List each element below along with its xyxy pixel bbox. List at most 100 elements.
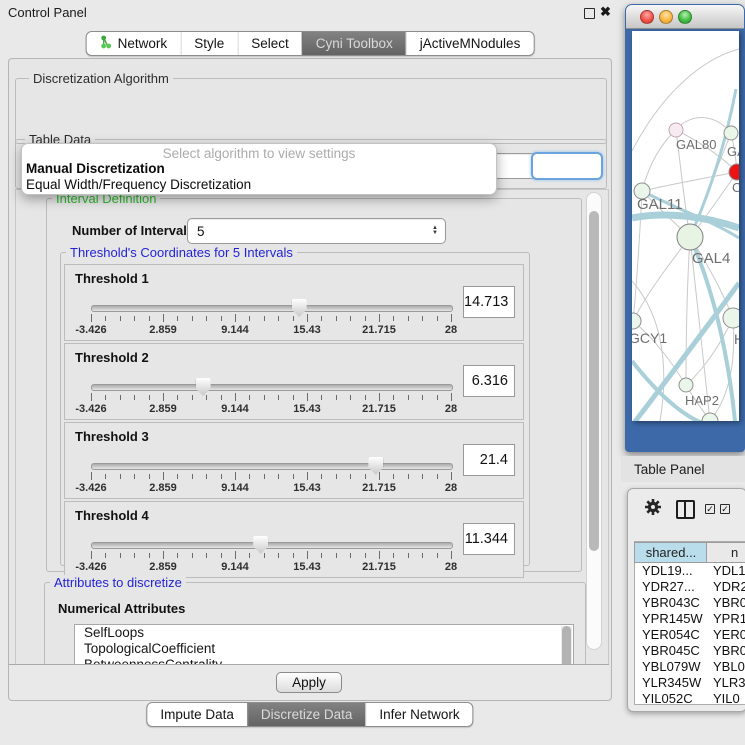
cell-name[interactable]: YBR0 bbox=[713, 643, 745, 658]
gear-icon[interactable] bbox=[644, 498, 662, 521]
algorithm-combobox[interactable] bbox=[531, 152, 603, 180]
float-window-icon[interactable] bbox=[584, 8, 595, 19]
attributes-scrollbar-thumb[interactable] bbox=[562, 626, 571, 665]
network-edge bbox=[642, 130, 676, 191]
slider-track[interactable] bbox=[91, 463, 453, 470]
column-header-name[interactable]: n bbox=[706, 542, 745, 563]
threshold-value-field[interactable] bbox=[463, 365, 515, 397]
cell-shared-name[interactable]: YDL19... bbox=[642, 563, 693, 578]
threshold-value-field[interactable] bbox=[463, 286, 515, 318]
settings-scrollbar-thumb[interactable] bbox=[589, 211, 599, 551]
table-row[interactable]: YLR345W YLR3 bbox=[635, 675, 745, 691]
cell-name[interactable]: YDR2 bbox=[713, 579, 745, 594]
numerical-attributes-list: SelfLoopsTopologicalCoefficientBetweenne… bbox=[74, 624, 574, 665]
apply-button[interactable]: Apply bbox=[276, 672, 342, 693]
close-icon[interactable]: ✖ bbox=[600, 4, 611, 20]
numerical-attributes-label: Numerical Attributes bbox=[58, 601, 185, 616]
network-node-label: GA bbox=[727, 144, 739, 159]
cell-shared-name[interactable]: YLR345W bbox=[642, 675, 701, 690]
popup-option-manual-discretization[interactable]: Manual Discretization bbox=[26, 161, 165, 176]
cell-name[interactable]: YDL1 bbox=[713, 563, 745, 578]
threshold-panel-3: Threshold 3-3.4262.8599.14415.4321.71528 bbox=[64, 422, 524, 499]
network-edge bbox=[676, 118, 731, 133]
popup-option-equal-width-frequency[interactable]: Equal Width/Frequency Discretization bbox=[26, 177, 251, 192]
zoom-button[interactable] bbox=[678, 10, 692, 24]
cell-name[interactable]: YLR3 bbox=[713, 675, 745, 690]
cell-name[interactable]: YBL0 bbox=[713, 659, 745, 674]
tab-impute-data[interactable]: Impute Data bbox=[147, 703, 247, 726]
tab-discretize-data[interactable]: Discretize Data bbox=[247, 703, 366, 726]
slider-ticks bbox=[91, 551, 451, 560]
network-window-titlebar[interactable] bbox=[626, 5, 744, 29]
cell-shared-name[interactable]: YBR043C bbox=[642, 595, 700, 610]
attributes-scrollbar[interactable] bbox=[561, 626, 572, 665]
network-node[interactable] bbox=[669, 123, 683, 137]
cell-shared-name[interactable]: YPR145W bbox=[642, 611, 703, 626]
cell-shared-name[interactable]: YBR045C bbox=[642, 643, 700, 658]
minimize-button[interactable] bbox=[659, 10, 673, 24]
table-row[interactable]: YBL079W YBL0 bbox=[635, 659, 745, 675]
discretization-algorithm-group bbox=[15, 78, 607, 144]
combo-stepper-icon: ▲▼ bbox=[432, 226, 438, 236]
network-node[interactable] bbox=[677, 224, 703, 250]
slider-track[interactable] bbox=[91, 384, 453, 391]
attribute-list-item[interactable]: SelfLoops bbox=[75, 625, 573, 641]
cell-name[interactable]: YPR1 bbox=[713, 611, 745, 626]
network-node[interactable] bbox=[724, 126, 738, 140]
attribute-list-item[interactable]: TopologicalCoefficient bbox=[75, 641, 573, 657]
cell-shared-name[interactable]: YIL052C bbox=[642, 691, 693, 706]
checkbox-icon[interactable]: ✓ bbox=[705, 504, 715, 514]
cell-name[interactable]: YBR0 bbox=[713, 595, 745, 610]
table-row[interactable]: YPR145W YPR1 bbox=[635, 611, 745, 627]
table-row[interactable]: YDR27... YDR2 bbox=[635, 579, 745, 595]
settings-scroll-area: Interval Definition Number of Intervals … bbox=[15, 189, 609, 665]
tab-infer-network[interactable]: Infer Network bbox=[365, 703, 472, 726]
network-node-label: GCY1 bbox=[632, 330, 667, 346]
table-row[interactable]: YER054C YER0 bbox=[635, 627, 745, 643]
number-of-intervals-combobox[interactable]: 5 ▲▼ bbox=[187, 218, 446, 244]
cell-shared-name[interactable]: YBL079W bbox=[642, 659, 701, 674]
network-node-label: H bbox=[734, 331, 739, 347]
tab-network[interactable]: Network bbox=[87, 32, 181, 55]
cell-name[interactable]: YER0 bbox=[713, 627, 745, 642]
checkbox-icon[interactable]: ✓ bbox=[720, 504, 730, 514]
cell-shared-name[interactable]: YDR27... bbox=[642, 579, 695, 594]
threshold-label: Threshold 4 bbox=[75, 508, 149, 523]
network-canvas[interactable]: GAL80GACGAL11GAL4GCY1HHAP2 bbox=[632, 31, 739, 421]
network-icon bbox=[100, 35, 113, 52]
tab-cyni-toolbox[interactable]: Cyni Toolbox bbox=[302, 32, 406, 55]
network-node-label: GAL4 bbox=[692, 250, 730, 267]
cell-shared-name[interactable]: YER054C bbox=[642, 627, 700, 642]
control-panel: Control Panel ✖ Network Style Select Cyn… bbox=[0, 0, 620, 745]
network-node[interactable] bbox=[679, 378, 693, 392]
slider-track[interactable] bbox=[91, 305, 453, 312]
network-edge bbox=[632, 49, 739, 151]
cell-name[interactable]: YIL0 bbox=[713, 691, 740, 706]
network-node[interactable] bbox=[723, 308, 739, 328]
slider-track[interactable] bbox=[91, 542, 453, 549]
slider-tick-labels: -3.4262.8599.14415.4321.71528 bbox=[91, 482, 451, 494]
threshold-label: Threshold 2 bbox=[75, 350, 149, 365]
tab-select[interactable]: Select bbox=[237, 32, 302, 55]
table-row[interactable]: YDL19... YDL1 bbox=[635, 563, 745, 579]
table-row[interactable]: YBR043C YBR0 bbox=[635, 595, 745, 611]
network-edge bbox=[632, 281, 664, 421]
network-node[interactable] bbox=[702, 413, 718, 421]
columns-icon[interactable] bbox=[676, 500, 695, 519]
threshold-value-field[interactable] bbox=[463, 444, 515, 476]
table-row[interactable]: YIL052C YIL0 bbox=[635, 691, 745, 707]
slider-tick-labels: -3.4262.8599.14415.4321.71528 bbox=[91, 561, 451, 573]
attribute-items: SelfLoopsTopologicalCoefficientBetweenne… bbox=[75, 625, 573, 665]
slider-ticks bbox=[91, 393, 451, 402]
network-edge bbox=[633, 237, 690, 321]
threshold-panel-1: Threshold 1-3.4262.8599.14415.4321.71528 bbox=[64, 264, 524, 341]
settings-scrollbar[interactable] bbox=[586, 192, 602, 650]
network-node-label: C bbox=[732, 180, 739, 195]
column-header-shared-name[interactable]: shared... bbox=[634, 542, 708, 563]
table-row[interactable]: YBR045C YBR0 bbox=[635, 643, 745, 659]
slider-tick-labels: -3.4262.8599.14415.4321.71528 bbox=[91, 403, 451, 415]
close-button[interactable] bbox=[640, 10, 654, 24]
threshold-value-field[interactable] bbox=[463, 523, 515, 555]
tab-style[interactable]: Style bbox=[180, 32, 237, 55]
tab-jactivemnodules[interactable]: jActiveMNodules bbox=[406, 32, 534, 55]
